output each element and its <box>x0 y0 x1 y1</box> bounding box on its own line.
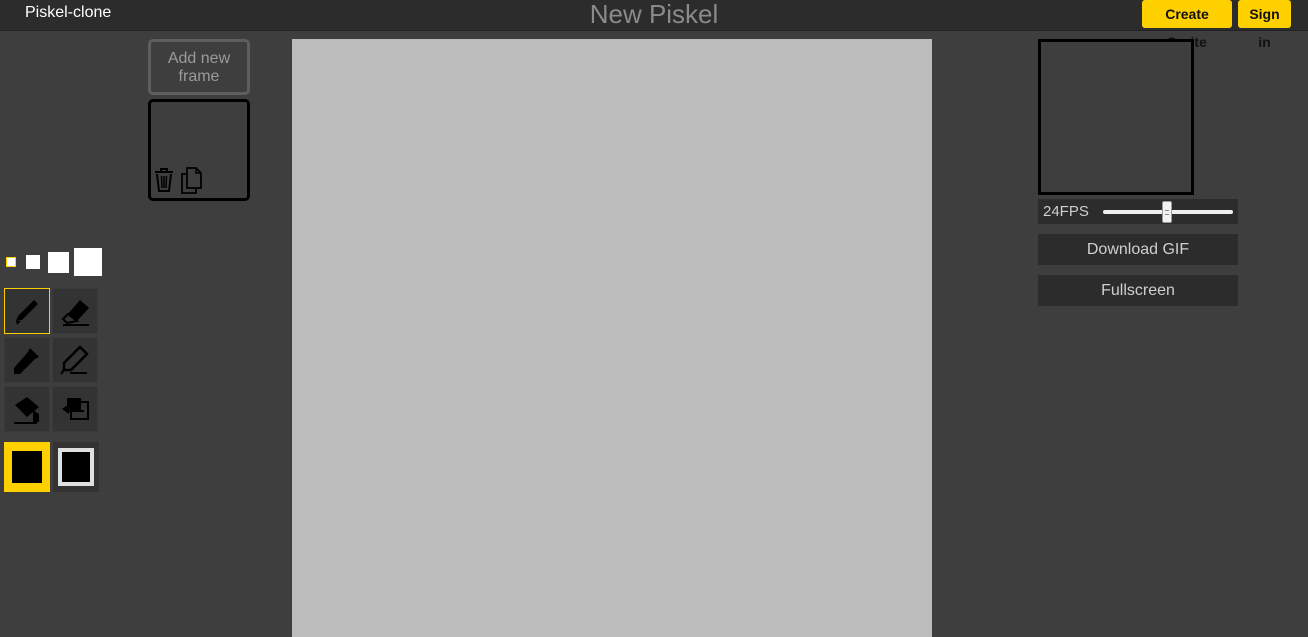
fps-slider[interactable] <box>1103 200 1233 223</box>
stroke-tool-button[interactable] <box>52 337 98 383</box>
document-title: New Piskel <box>589 0 719 29</box>
trash-icon[interactable] <box>152 166 176 194</box>
duplicate-icon[interactable] <box>179 166 203 194</box>
swap-tool-button[interactable] <box>52 386 98 432</box>
swap-layers-icon <box>62 398 89 420</box>
frame-thumbnail[interactable] <box>148 99 250 201</box>
color-picker-tool-button[interactable] <box>4 337 50 383</box>
paint-bucket-tool-button[interactable] <box>4 386 50 432</box>
fps-control: 24FPS <box>1038 199 1238 224</box>
add-frame-button[interactable]: Add new frame <box>148 39 250 95</box>
app-brand[interactable]: Piskel-clone <box>25 4 111 22</box>
create-sprite-button[interactable]: Create Sprite <box>1142 0 1232 50</box>
tool-palette <box>4 288 98 432</box>
primary-color-swatch[interactable] <box>4 442 50 492</box>
pen-size-3-option[interactable] <box>48 251 69 273</box>
fps-label: 24FPS <box>1043 203 1089 220</box>
top-bar: Piskel-clone New Piskel Create Sprite Si… <box>0 0 1308 50</box>
primary-color-fill <box>12 451 42 483</box>
eraser-icon <box>61 300 89 326</box>
pen-tool-button[interactable] <box>4 288 50 334</box>
marker-icon <box>60 345 89 375</box>
pen-size-2-option[interactable] <box>26 255 40 269</box>
animation-preview <box>1038 39 1194 195</box>
fps-slider-handle[interactable] <box>1162 200 1172 223</box>
primary-color-frame <box>8 447 46 487</box>
paint-bucket-icon <box>14 397 39 424</box>
download-gif-button[interactable]: Download GIF <box>1038 234 1238 265</box>
pen-size-4-option[interactable] <box>74 248 102 276</box>
eyedropper-icon <box>14 348 39 374</box>
fullscreen-button[interactable]: Fullscreen <box>1038 275 1238 306</box>
pencil-icon <box>16 300 38 325</box>
pen-size-selector <box>6 248 102 276</box>
secondary-color-fill <box>62 452 90 482</box>
color-selector <box>4 442 99 492</box>
pen-size-1-option[interactable] <box>6 257 16 267</box>
sign-in-button[interactable]: Sign in <box>1238 0 1291 50</box>
eraser-tool-button[interactable] <box>52 288 98 334</box>
drawing-canvas[interactable] <box>292 39 932 637</box>
secondary-color-frame <box>58 448 94 486</box>
secondary-color-swatch[interactable] <box>53 442 99 492</box>
